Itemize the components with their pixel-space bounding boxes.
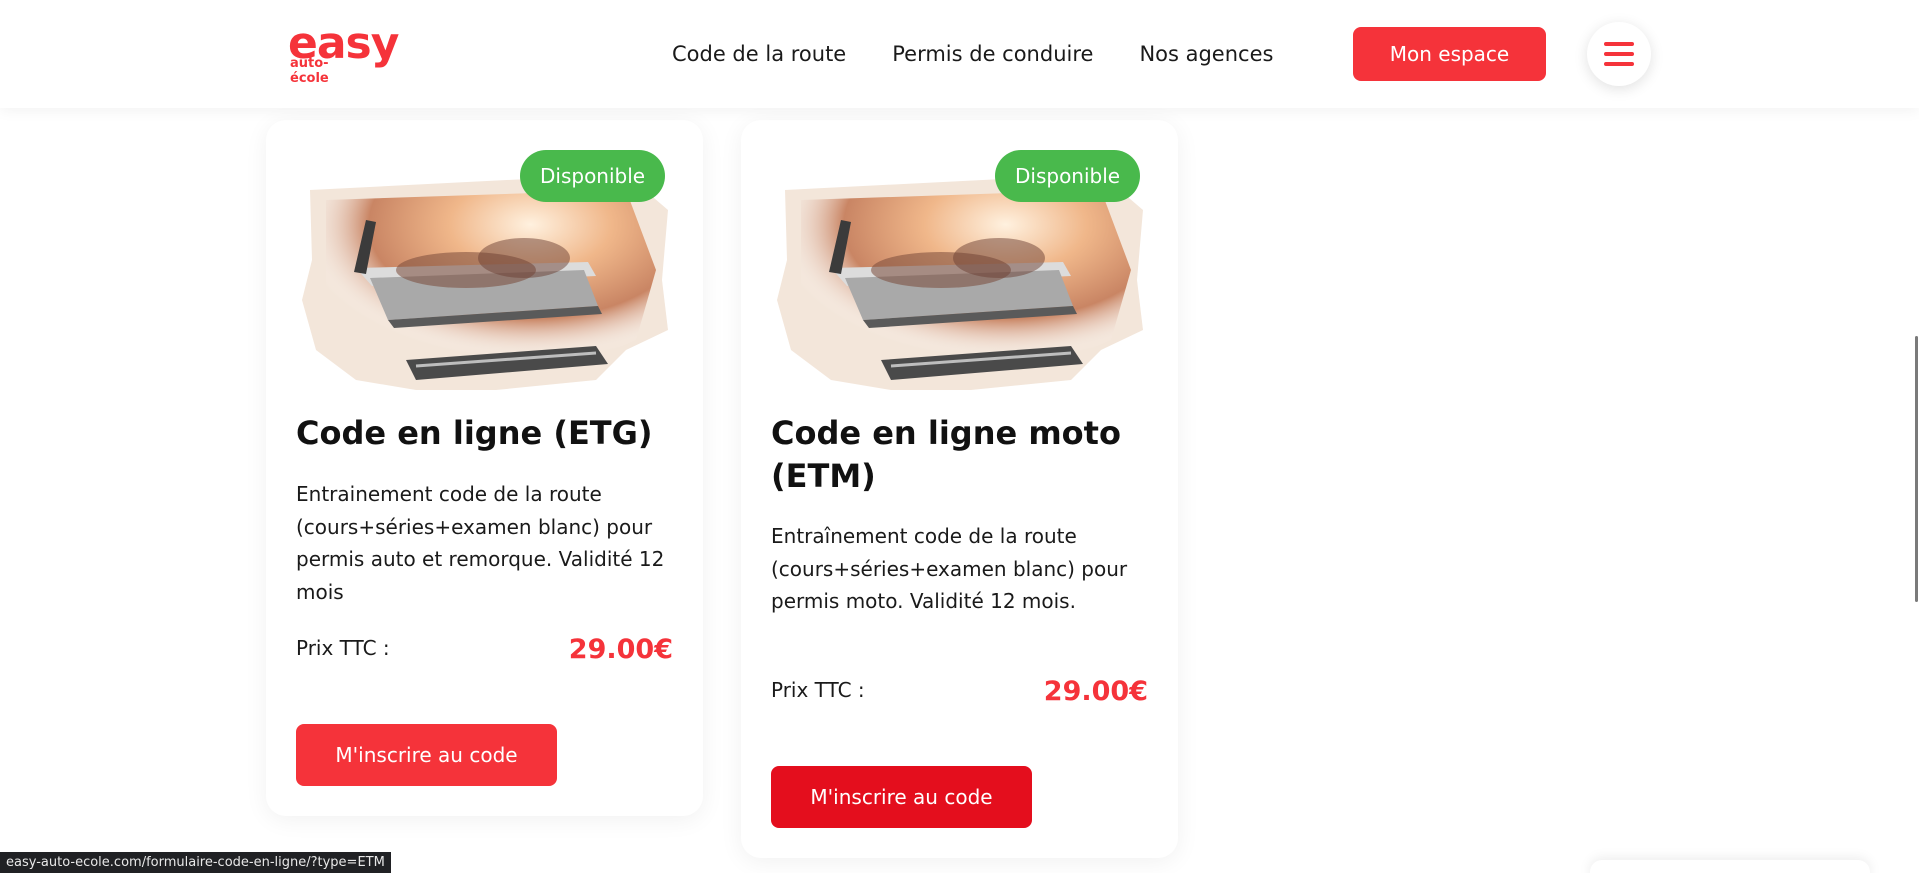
register-code-button[interactable]: M'inscrire au code [771,766,1032,828]
card-description: Entraînement code de la route (cours+sér… [771,524,1128,613]
availability-badge: Disponible [520,150,666,202]
price-label: Prix TTC : [771,678,865,702]
price-value: 29.00€ [568,634,673,665]
availability-badge: Disponible [995,150,1141,202]
card-title: Code en ligne moto (ETM) [771,414,1121,495]
laptop-typing-image [302,174,668,390]
price-label: Prix TTC : [296,636,390,660]
price-value: 29.00€ [1043,676,1148,707]
nav-link-nos-agences[interactable]: Nos agences [1139,42,1273,66]
product-card-etg: Disponible Code en ligne (ETG) Entrainem… [266,120,703,816]
logo-tagline-line-1: auto- [290,56,329,71]
nav-link-code-de-la-route[interactable]: Code de la route [672,42,846,66]
floating-widget[interactable] [1590,860,1870,873]
logo-tagline-line-2: école [290,71,329,86]
menu-button[interactable] [1587,22,1651,86]
main-nav: Code de la route Permis de conduire Nos … [672,0,1273,108]
brand-logo[interactable]: easy auto- école [288,22,399,87]
site-header: easy auto- école Code de la route Permis… [0,0,1919,108]
nav-link-permis-de-conduire[interactable]: Permis de conduire [892,42,1093,66]
card-title: Code en ligne (ETG) [296,414,653,452]
card-description: Entrainement code de la route (cours+sér… [296,482,665,604]
mon-espace-button[interactable]: Mon espace [1353,27,1546,81]
hamburger-menu-icon [1604,42,1634,66]
page-scrollbar[interactable] [1915,336,1918,602]
product-card-etm: Disponible Code en ligne moto (ETM) Entr… [741,120,1178,858]
logo-tagline: auto- école [290,56,329,86]
browser-status-url: easy-auto-ecole.com/formulaire-code-en-l… [0,852,391,873]
register-code-button[interactable]: M'inscrire au code [296,724,557,786]
